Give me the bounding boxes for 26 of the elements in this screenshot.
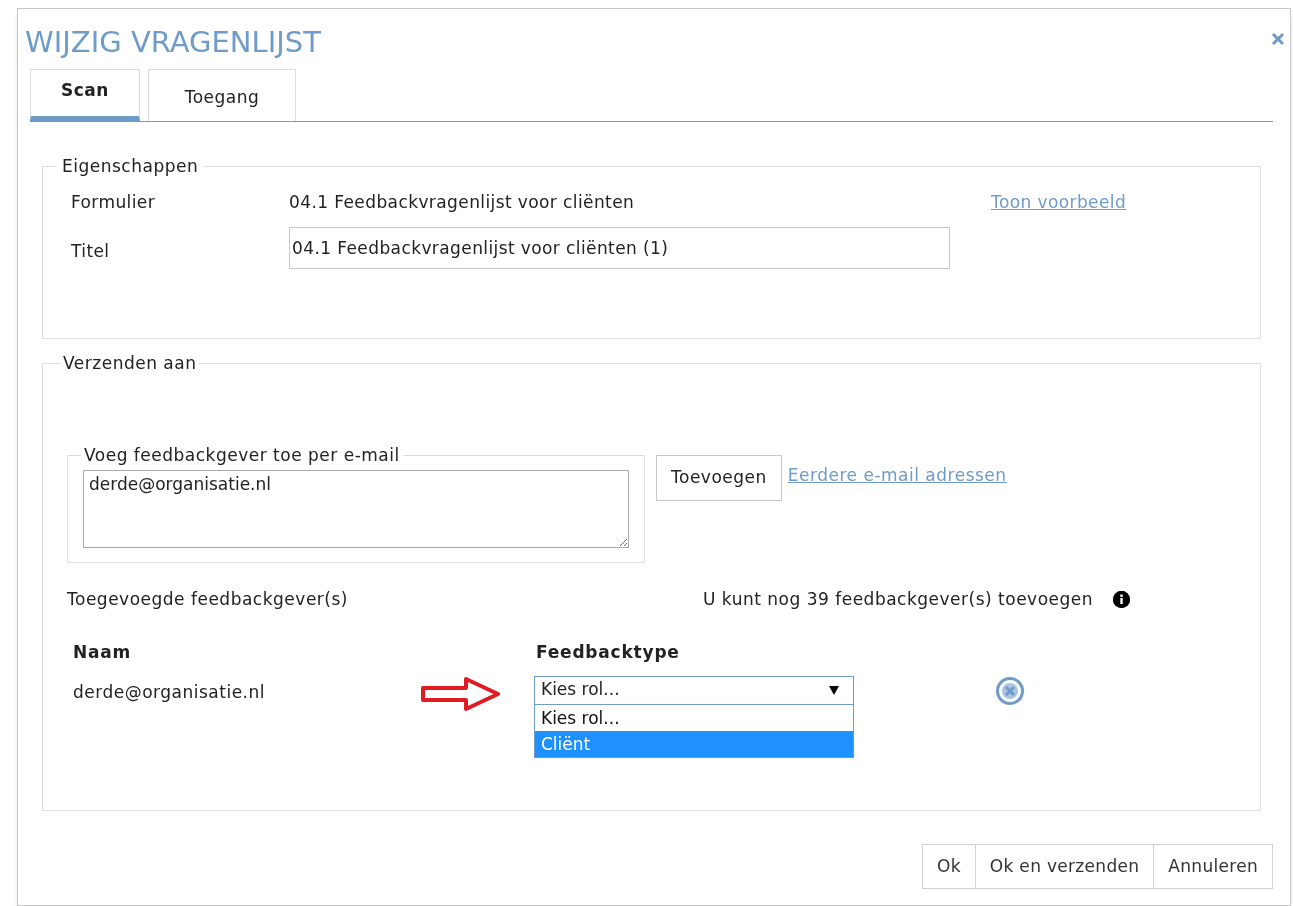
group-legend: Voeg feedbackgever toe per e-mail bbox=[81, 442, 403, 468]
dialog-button[interactable]: Ok bbox=[922, 844, 976, 889]
email-textarea[interactable]: derde@organisatie.nl bbox=[83, 470, 629, 548]
tab[interactable]: Scan bbox=[30, 69, 140, 121]
column-header: Naam bbox=[73, 641, 133, 664]
field-label: Formulier bbox=[71, 190, 157, 214]
field-label: Titel bbox=[71, 240, 111, 264]
role-select[interactable]: Kies rol... bbox=[534, 675, 854, 705]
arrow-icon bbox=[420, 675, 502, 712]
title-input[interactable]: 04.1 Feedbackvragenlijst voor cliënten (1) bbox=[289, 227, 950, 269]
remove-icon[interactable] bbox=[995, 675, 1025, 706]
caret-icon bbox=[829, 685, 839, 695]
section-legend: Eigenschappen bbox=[57, 154, 204, 180]
add-button[interactable]: Toevoegen bbox=[656, 454, 782, 501]
table-cell-text: derde@organisatie.nl bbox=[73, 680, 266, 704]
field-value: 04.1 Feedbackvragenlijst voor cliënten bbox=[289, 190, 636, 214]
dialog-button[interactable]: Ok en verzenden bbox=[975, 844, 1155, 889]
remaining-count-text: U kunt nog 39 feedbackgever(s) toevoegen bbox=[703, 587, 1094, 611]
close-icon[interactable] bbox=[1271, 32, 1285, 46]
info-icon[interactable] bbox=[1113, 590, 1131, 608]
dialog-title: WIJZIG VRAGENLIJST bbox=[25, 25, 321, 59]
column-header: Feedbacktype bbox=[536, 641, 680, 664]
tab[interactable]: Toegang bbox=[148, 69, 296, 121]
dialog-button[interactable]: Annuleren bbox=[1154, 844, 1273, 889]
section-label: Toegevoegde feedbackgever(s) bbox=[67, 587, 349, 611]
section-legend: Verzenden aan bbox=[61, 351, 199, 377]
